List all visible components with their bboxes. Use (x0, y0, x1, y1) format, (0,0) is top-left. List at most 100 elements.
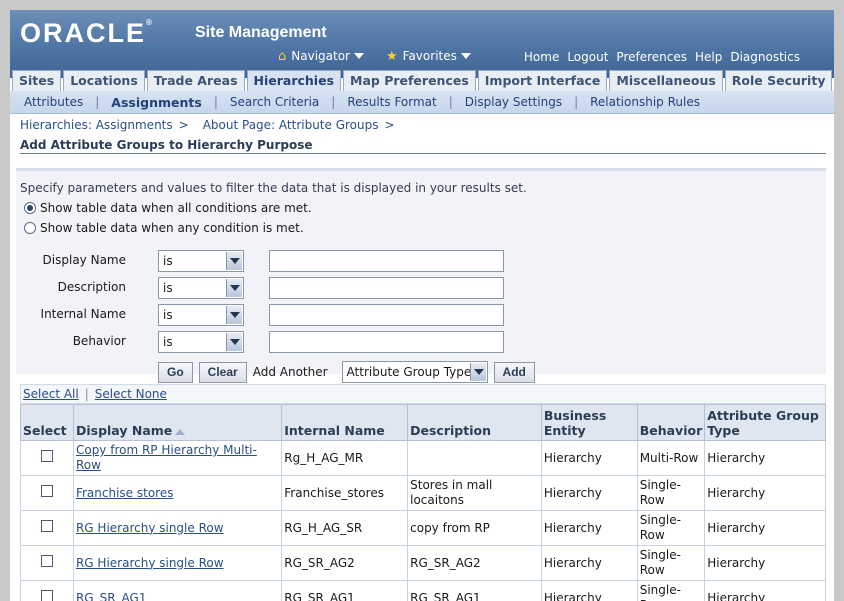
radio-button-selected[interactable] (24, 202, 36, 214)
subtab-search-criteria[interactable]: Search Criteria (224, 95, 325, 109)
preferences-link[interactable]: Preferences (616, 50, 687, 64)
select-cell (20, 545, 74, 581)
row-checkbox[interactable] (40, 520, 53, 532)
table-row: Copy from RP Hierarchy Multi-Row Rg_H_AG… (20, 440, 826, 476)
table-row: RG_SR_AG1 RG_SR_AG1 RG_SR_AG1 Hierarchy … (20, 580, 826, 601)
chevron-down-icon (226, 252, 242, 270)
operator-select[interactable]: is (158, 250, 244, 272)
breadcrumb-hierarchies-assignments[interactable]: Hierarchies: Assignments (20, 118, 173, 132)
row-checkbox[interactable] (40, 590, 53, 601)
separator: | (95, 95, 100, 109)
tab-role-security[interactable]: Role Security (724, 70, 833, 91)
tab-locations[interactable]: Locations (63, 70, 145, 91)
subtab-assignments[interactable]: Assignments (105, 95, 208, 110)
operator-select[interactable]: is (158, 277, 244, 299)
separator: | (213, 95, 218, 109)
display-name-link[interactable]: RG Hierarchy single Row (72, 510, 283, 546)
select-cell (20, 580, 74, 601)
tab-import-interface[interactable]: Import Interface (477, 70, 608, 91)
separator: | (574, 95, 579, 109)
chevron-down-icon (460, 53, 471, 59)
description-input[interactable] (269, 277, 504, 299)
filter-label: Description (57, 280, 126, 294)
col-attribute-group-type: Attribute Group Type (704, 404, 826, 441)
selection-bar: Select All | Select None (20, 384, 826, 404)
operator-select[interactable]: is (158, 331, 244, 353)
row-checkbox[interactable] (40, 485, 53, 497)
description-cell: RG_SR_AG1 (407, 580, 542, 601)
col-business-entity: Business Entity (540, 404, 638, 441)
display-name-link[interactable]: Franchise stores (72, 475, 283, 511)
radio-all-conditions[interactable]: Show table data when all conditions are … (24, 201, 312, 215)
description-cell: RG_SR_AG2 (407, 545, 542, 581)
internal-name-cell: RG_SR_AG2 (281, 545, 409, 581)
behavior-cell: Single-Row (636, 510, 706, 546)
main-tabs: Sites Locations Trade Areas Hierarchies … (12, 70, 833, 91)
col-select: Select (20, 404, 74, 441)
business-entity-cell: Hierarchy (540, 440, 638, 476)
navigator-menu[interactable]: ⌂ Navigator (278, 48, 364, 64)
home-link[interactable]: Home (524, 50, 559, 64)
diagnostics-link[interactable]: Diagnostics (730, 50, 800, 64)
separator: | (448, 95, 453, 109)
display-name-link[interactable]: RG_SR_AG1 (72, 580, 283, 601)
page-title: Add Attribute Groups to Hierarchy Purpos… (20, 138, 313, 152)
attribute-group-type-cell: Hierarchy (704, 545, 826, 581)
add-button[interactable]: Add (493, 361, 535, 383)
description-cell: Stores in mall locaitons (407, 475, 542, 511)
tab-hierarchies[interactable]: Hierarchies (246, 70, 342, 91)
breadcrumb-about-page[interactable]: About Page: Attribute Groups (203, 118, 379, 132)
operator-value: is (163, 335, 173, 349)
display-name-link[interactable]: Copy from RP Hierarchy Multi-Row (72, 440, 283, 476)
separator: | (84, 387, 89, 401)
table-row: Franchise stores Franchise_stores Stores… (20, 475, 826, 511)
tab-miscellaneous[interactable]: Miscellaneous (609, 70, 723, 91)
breadcrumb-separator: > (384, 118, 395, 132)
subtab-relationship-rules[interactable]: Relationship Rules (584, 95, 706, 109)
internal-name-input[interactable] (269, 304, 504, 326)
home-icon: ⌂ (278, 48, 287, 64)
display-name-link[interactable]: RG Hierarchy single Row (72, 545, 283, 581)
clear-button[interactable]: Clear (198, 361, 247, 383)
add-another-select[interactable]: Attribute Group Type (341, 361, 488, 383)
sort-ascending-icon[interactable] (175, 428, 186, 435)
behavior-cell: Single-Row (636, 545, 706, 581)
favorites-menu[interactable]: ★ Favorites (386, 48, 471, 64)
tab-map-preferences[interactable]: Map Preferences (343, 70, 476, 91)
folder-star-icon: ★ (386, 48, 398, 64)
business-entity-cell: Hierarchy (540, 545, 638, 581)
radio-any-condition[interactable]: Show table data when any condition is me… (24, 221, 304, 235)
select-all-link[interactable]: Select All (23, 387, 79, 401)
col-description: Description (407, 404, 542, 441)
app-title: Site Management (195, 24, 327, 41)
select-none-link[interactable]: Select None (95, 387, 167, 401)
add-another-label: Add Another (252, 365, 328, 379)
col-display-name[interactable]: Display Name (72, 404, 283, 441)
row-checkbox[interactable] (40, 555, 53, 567)
go-button[interactable]: Go (158, 361, 193, 383)
sub-tabs: Attributes | Assignments | Search Criter… (10, 91, 834, 114)
search-actions: Go Clear Add Another Attribute Group Typ… (158, 361, 535, 383)
row-checkbox[interactable] (40, 450, 53, 462)
internal-name-cell: Rg_H_AG_MR (281, 440, 409, 476)
tab-sites[interactable]: Sites (12, 70, 62, 91)
display-name-input[interactable] (269, 250, 504, 272)
business-entity-cell: Hierarchy (540, 510, 638, 546)
filter-row-display-name: Display Name is (16, 250, 826, 272)
tab-trade-areas[interactable]: Trade Areas (146, 70, 245, 91)
help-link[interactable]: Help (695, 50, 722, 64)
behavior-input[interactable] (269, 331, 504, 353)
filter-row-description: Description is (16, 277, 826, 299)
logout-link[interactable]: Logout (567, 50, 608, 64)
subtab-results-format[interactable]: Results Format (341, 95, 442, 109)
internal-name-cell: RG_H_AG_SR (281, 510, 409, 546)
logo-text: ORACLE (20, 18, 146, 48)
search-hint: Specify parameters and values to filter … (20, 181, 527, 195)
add-another-value: Attribute Group Type (346, 365, 472, 379)
attribute-group-type-cell: Hierarchy (704, 510, 826, 546)
radio-button[interactable] (24, 222, 36, 234)
internal-name-cell: RG_SR_AG1 (281, 580, 409, 601)
operator-select[interactable]: is (158, 304, 244, 326)
subtab-display-settings[interactable]: Display Settings (459, 95, 568, 109)
subtab-attributes[interactable]: Attributes (18, 95, 89, 109)
